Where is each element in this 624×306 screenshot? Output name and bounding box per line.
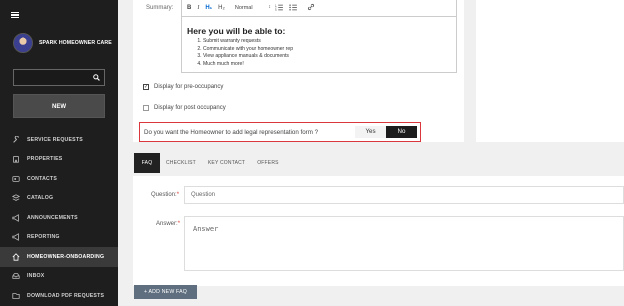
add-new-faq-button[interactable]: + ADD NEW FAQ [134,285,197,299]
sidebar-item-download-pdf-requests[interactable]: DOWNLOAD PDF REQUESTS [0,286,118,306]
post-occupancy-checkbox[interactable] [143,105,149,111]
bold-button[interactable]: B [187,5,191,11]
list-item: Communicate with your homeowner rep [203,46,293,54]
sidebar-item-contacts[interactable]: CONTACTS [0,169,118,189]
tab-offers[interactable]: OFFERS [251,153,284,173]
question-input[interactable]: Question [184,186,624,204]
megaphone-icon [12,213,20,222]
ordered-list-icon[interactable]: 123 [275,4,283,13]
catalog-icon [12,194,20,202]
pre-occupancy-checkbox[interactable]: ✓ [143,84,149,90]
editor-list: Submit warranty requests Communicate wit… [203,38,293,68]
editor-toolbar: B I H₁ H₂ Normal 123 [182,0,456,17]
required-asterisk: * [177,221,181,227]
tab-faq[interactable]: FAQ [134,153,160,173]
sidebar-item-service-requests[interactable]: SERVICE REQUESTS [0,130,118,150]
sidebar-item-properties[interactable]: PROPERTIES [0,150,118,170]
yes-no-toggle[interactable]: Yes No [355,126,417,138]
building-icon [12,155,20,163]
format-select[interactable]: Normal [235,4,271,11]
answer-label-text: Answer: [156,221,178,227]
sidebar-item-label: CONTACTS [27,175,58,182]
brand-name: SPARK HOMEOWNER CARE [39,40,112,46]
sidebar-item-label: CATALOG [27,195,54,202]
post-occupancy-option[interactable]: Display for post occupancy [143,105,226,111]
company-logo [13,33,33,53]
question-label-text: Question: [151,192,177,198]
pre-occupancy-label: Display for pre-occupancy [154,84,224,90]
legal-representation-question: Do you want the Homeowner to add legal r… [139,122,421,142]
sidebar-item-reporting[interactable]: REPORTING [0,228,118,248]
sidebar-item-label: PROPERTIES [27,156,63,163]
answer-label: Answer:* [156,221,180,227]
sidebar-item-label: REPORTING [27,234,60,241]
download-icon [12,292,20,300]
wrench-icon [12,135,20,144]
sidebar-item-label: INBOX [27,273,45,280]
bullet-list-icon[interactable] [289,3,297,13]
megaphone-icon [12,233,20,242]
answer-textarea[interactable]: Answer [184,216,624,271]
summary-editor[interactable]: B I H₁ H₂ Normal 123 Here you will be ab… [181,0,457,73]
sidebar-nav: SERVICE REQUESTS PROPERTIES CONTACTS CAT… [0,130,118,306]
tab-key-contact[interactable]: KEY CONTACT [202,153,251,173]
contacts-icon [12,175,20,183]
sidebar-item-homeowner-onboarding[interactable]: HOMEOWNER-ONBOARDING [0,247,118,267]
inbox-icon [12,272,20,280]
pre-occupancy-option[interactable]: ✓ Display for pre-occupancy [143,84,223,90]
search-icon[interactable] [93,74,100,81]
no-button[interactable]: No [386,126,417,138]
side-card [476,0,624,142]
h1-button[interactable]: H₁ [205,5,212,11]
yes-button[interactable]: Yes [355,126,386,138]
home-icon [12,252,20,261]
legal-question-text: Do you want the Homeowner to add legal r… [144,128,319,136]
onboarding-tabs: FAQ CHECKLIST KEY CONTACT OFFERS [134,153,285,173]
sidebar-search-input[interactable] [13,69,105,86]
sidebar: SPARK HOMEOWNER CARE NEW SERVICE REQUEST… [0,0,118,306]
sidebar-item-label: HOMEOWNER-ONBOARDING [27,253,105,260]
required-asterisk: * [176,192,180,198]
tab-checklist[interactable]: CHECKLIST [160,153,202,173]
italic-button[interactable]: I [197,5,199,11]
summary-label: Summary: [146,5,174,11]
sidebar-item-inbox[interactable]: INBOX [0,267,118,287]
editor-heading: Here you will be able to: [187,26,286,36]
new-button[interactable]: NEW [13,94,105,118]
sidebar-item-label: SERVICE REQUESTS [27,136,83,143]
list-item: Much much more! [203,61,293,69]
menu-icon[interactable] [11,12,19,19]
svg-text:3: 3 [275,10,277,11]
editor-content[interactable]: Here you will be able to: Submit warrant… [187,26,293,68]
sidebar-item-announcements[interactable]: ANNOUNCEMENTS [0,208,118,228]
list-item: View appliance manuals & documents [203,53,293,61]
sidebar-item-catalog[interactable]: CATALOG [0,189,118,209]
link-icon[interactable] [307,3,315,13]
list-item: Submit warranty requests [203,38,293,46]
question-label: Question:* [151,192,179,198]
h2-button[interactable]: H₂ [218,5,225,11]
post-occupancy-label: Display for post occupancy [154,105,226,111]
sidebar-item-label: ANNOUNCEMENTS [27,214,78,221]
sidebar-item-label: DOWNLOAD PDF REQUESTS [27,292,105,299]
